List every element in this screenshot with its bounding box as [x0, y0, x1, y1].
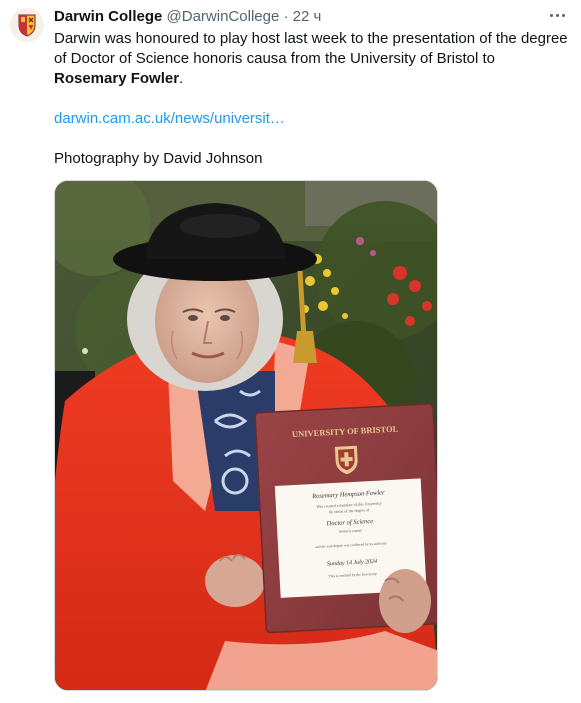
photo-credit: Photography by David Johnson	[54, 150, 263, 167]
tweet-link[interactable]: darwin.cam.ac.uk/news/universit…	[54, 109, 285, 129]
tweet: Darwin College @DarwinCollege · 22 ч Dar…	[0, 0, 581, 703]
tweet-header: Darwin College @DarwinCollege · 22 ч	[54, 7, 561, 27]
more-options-icon[interactable]	[547, 8, 567, 24]
tweet-text-bold: Rosemary Fowler	[54, 70, 180, 87]
separator: ·	[283, 8, 289, 25]
tweet-text: Darwin was honoured to play host last we…	[54, 29, 569, 89]
author-handle[interactable]: @DarwinCollege	[167, 8, 280, 25]
tweet-photo[interactable]: UNIVERSITY OF BRISTOL Rosemary Hempson F…	[54, 180, 438, 691]
college-crest-icon[interactable]	[10, 8, 44, 42]
author-name[interactable]: Darwin College	[54, 8, 162, 25]
tweet-text-part1: Darwin was honoured to play host last we…	[54, 30, 568, 67]
tweet-time[interactable]: 22 ч	[293, 8, 322, 25]
tweet-text-part2: .	[179, 70, 184, 87]
